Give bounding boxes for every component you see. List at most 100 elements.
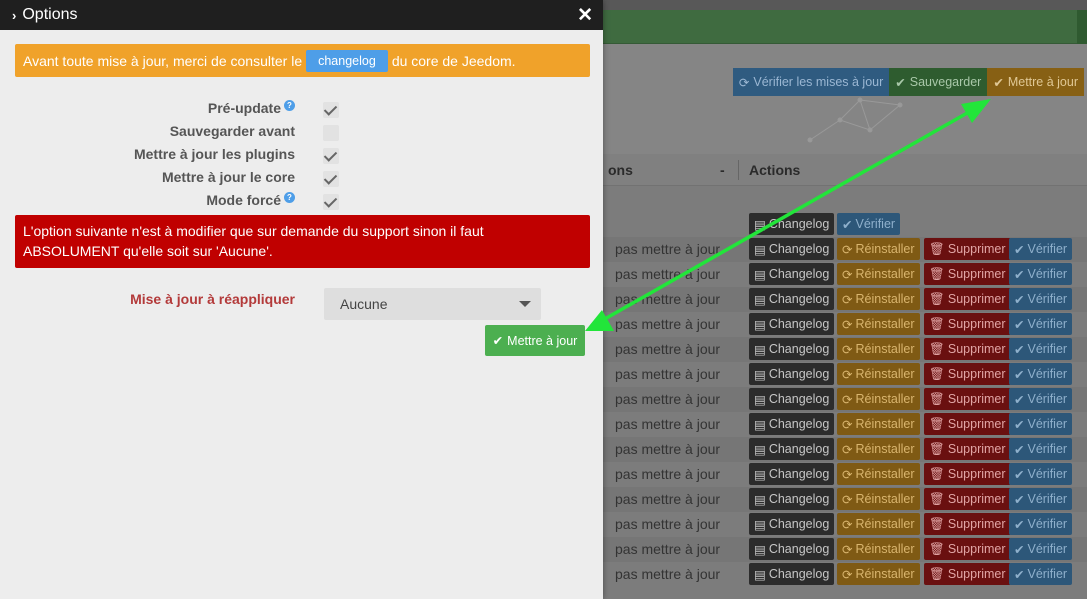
help-icon[interactable]: ? [284,192,295,203]
reinstall-button[interactable]: ⟳ Réinstaller [837,388,920,410]
delete-button[interactable]: 🗑 Supprimer [924,538,1011,560]
reinstall-button[interactable]: ⟳ Réinstaller [837,438,920,460]
reinstall-button[interactable]: ⟳ Réinstaller [837,363,920,385]
checkbox-backup-before[interactable] [323,125,339,141]
row-status-text: pas mettre à jour [615,266,721,282]
verify-button[interactable]: ✔ Vérifier [1009,338,1073,360]
update-toolbar-button[interactable]: ✔ Mettre à jour [987,68,1084,96]
book-icon: ▤ [754,517,766,532]
changelog-button[interactable]: ▤ Changelog [749,488,835,510]
save-button[interactable]: ✔ Sauvegarder [889,68,988,96]
verify-button[interactable]: ✔ Vérifier [1009,238,1073,260]
reinstall-button[interactable]: ⟳ Réinstaller [837,338,920,360]
check-icon: ✔ [1014,242,1025,257]
modal-title: Options [22,6,78,23]
changelog-button[interactable]: ▤ Changelog [749,263,835,285]
refresh-icon: ⟳ [842,367,853,382]
verify-button[interactable]: ✔ Vérifier [1009,313,1073,335]
delete-button[interactable]: 🗑 Supprimer [924,413,1011,435]
changelog-button[interactable]: ▤ Changelog [749,513,835,535]
check-icon: ✔ [1014,417,1025,432]
changelog-button[interactable]: ▤ Changelog [749,238,835,260]
check-icon: ✔ [1014,467,1025,482]
verify-button[interactable]: ✔ Vérifier [1009,513,1073,535]
verify-button[interactable]: ✔ Vérifier [1009,488,1073,510]
verify-button[interactable]: ✔ Vérifier [1009,263,1073,285]
reinstall-button[interactable]: ⟳ Réinstaller [837,563,920,585]
verify-button[interactable]: ✔ Vérifier [1009,363,1073,385]
changelog-button[interactable]: ▤ Changelog [749,388,835,410]
book-icon: ▤ [754,242,766,257]
delete-button[interactable]: 🗑 Supprimer [924,488,1011,510]
reinstall-button[interactable]: ⟳ Réinstaller [837,513,920,535]
checkbox-update-plugins[interactable] [323,148,339,164]
refresh-icon: ⟳ [842,392,853,407]
changelog-button[interactable]: ▤ Changelog [749,563,835,585]
notice-text-before: Avant toute mise à jour, merci de consul… [23,52,303,69]
reinstall-button[interactable]: ⟳ Réinstaller [837,463,920,485]
table-row: pas mettre à jour ▤ Changelog ⟳ Réinstaller 🗑… [560,487,1087,512]
reinstall-button[interactable]: ⟳ Réinstaller [837,288,920,310]
checkbox-forced-mode[interactable] [323,194,339,210]
close-icon[interactable]: ✕ [577,4,593,27]
reinstall-button[interactable]: ⟳ Réinstaller [837,238,920,260]
verify-button[interactable]: ✔ Vérifier [1009,538,1073,560]
changelog-button[interactable]: ▤ Changelog [749,413,835,435]
refresh-icon: ⟳ [842,417,853,432]
delete-button[interactable]: 🗑 Supprimer [924,438,1011,460]
delete-button[interactable]: 🗑 Supprimer [924,313,1011,335]
book-icon: ▤ [754,542,766,557]
reapply-select[interactable]: Aucune [324,288,541,320]
changelog-button[interactable]: ▤ Changelog [749,363,835,385]
changelog-button[interactable]: ▤ Changelog [749,288,835,310]
help-icon[interactable]: ? [284,100,295,111]
row-status-text: pas mettre à jour [615,466,721,482]
verify-button[interactable]: ✔ Vérifier [1009,438,1073,460]
verify-button[interactable]: ✔ Vérifier [1009,413,1073,435]
support-warning: L'option suivante n'est à modifier que s… [15,215,590,268]
delete-button[interactable]: 🗑 Supprimer [924,263,1011,285]
changelog-button[interactable]: ▤ Changelog [749,438,835,460]
changelog-button[interactable]: ▤ Changelog [749,313,835,335]
verify-button[interactable]: ✔ Vérifier [1009,288,1073,310]
refresh-icon: ⟳ [842,567,853,582]
verify-button[interactable]: ✔ Vérifier [1009,388,1073,410]
delete-button[interactable]: 🗑 Supprimer [924,363,1011,385]
verify-button[interactable]: ✔ Vérifier [1009,563,1073,585]
changelog-button[interactable]: ▤ Changelog [749,213,835,235]
table-row: pas mettre à jour ▤ Changelog ⟳ Réinstaller 🗑… [560,387,1087,412]
table-row: ▤ Changelog ✔ Vérifier [560,212,1087,237]
changelog-button[interactable]: ▤ Changelog [749,338,835,360]
check-icon: ✔ [1014,342,1025,357]
column-sort-dash: - [720,162,725,178]
delete-button[interactable]: 🗑 Supprimer [924,563,1011,585]
reinstall-button[interactable]: ⟳ Réinstaller [837,413,920,435]
checkbox-update-core[interactable] [323,171,339,187]
changelog-button[interactable]: ▤ Changelog [749,463,835,485]
background-network-graphic [807,97,903,143]
check-icon: ✔ [993,75,1004,90]
delete-button[interactable]: 🗑 Supprimer [924,288,1011,310]
book-icon: ▤ [754,217,766,232]
submit-update-button[interactable]: ✔ Mettre à jour [485,325,585,356]
table-row: pas mettre à jour ▤ Changelog ⟳ Réinstaller 🗑… [560,287,1087,312]
reinstall-button[interactable]: ⟳ Réinstaller [837,488,920,510]
trash-icon: 🗑 [929,241,945,256]
check-icon: ✔ [492,334,504,348]
trash-icon: 🗑 [929,541,945,556]
delete-button[interactable]: 🗑 Supprimer [924,463,1011,485]
reinstall-button[interactable]: ⟳ Réinstaller [837,313,920,335]
reinstall-button[interactable]: ⟳ Réinstaller [837,263,920,285]
delete-button[interactable]: 🗑 Supprimer [924,388,1011,410]
delete-button[interactable]: 🗑 Supprimer [924,238,1011,260]
changelog-button[interactable]: ▤ Changelog [749,538,835,560]
verify-button[interactable]: ✔ Vérifier [1009,463,1073,485]
check-updates-button[interactable]: ⟳ Vérifier les mises à jour [732,68,890,96]
checkbox-pre-update[interactable] [323,102,339,118]
reinstall-button[interactable]: ⟳ Réinstaller [837,538,920,560]
verify-button[interactable]: ✔ Vérifier [837,213,901,235]
delete-button[interactable]: 🗑 Supprimer [924,338,1011,360]
book-icon: ▤ [754,267,766,282]
delete-button[interactable]: 🗑 Supprimer [924,513,1011,535]
changelog-button[interactable]: changelog [306,49,388,72]
